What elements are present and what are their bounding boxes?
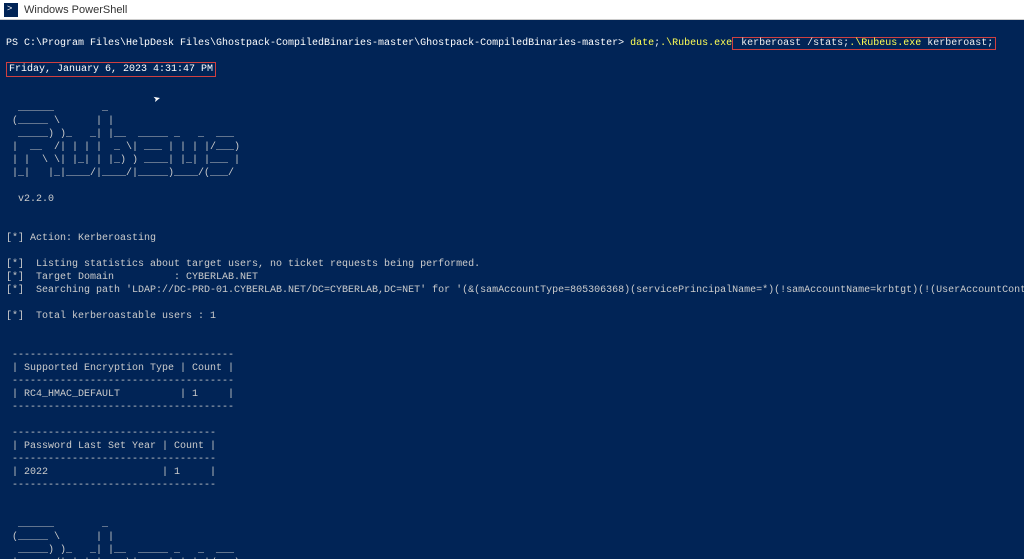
version-label: v2.2.0 [18, 194, 54, 205]
mouse-cursor-icon: ➤ [152, 93, 162, 107]
table2-sep: ---------------------------------- [6, 480, 216, 491]
table1-sep: ------------------------------------- [6, 376, 234, 387]
terminal-output[interactable]: PS C:\Program Files\HelpDesk Files\Ghost… [0, 20, 1024, 559]
rubeus-ascii-logo-2: ______ _ (_____ \ | | _____) )_ _| |__ _… [6, 519, 240, 559]
table2-header: | Password Last Set Year | Count | [6, 441, 216, 452]
prompt-path: PS C:\Program Files\HelpDesk Files\Ghost… [6, 38, 630, 49]
window-titlebar[interactable]: Windows PowerShell [0, 0, 1024, 20]
table1-row: | RC4_HMAC_DEFAULT | 1 | [6, 389, 234, 400]
searching-line: [*] Searching path 'LDAP://DC-PRD-01.CYB… [6, 285, 1024, 296]
table2-sep: ---------------------------------- [6, 428, 216, 439]
table1-sep: ------------------------------------- [6, 350, 234, 361]
rubeus-ascii-logo: ______ _ (_____ \ | | _____) )_ _| |__ _… [6, 103, 240, 179]
cmd-rubeus1: .\Rubeus.exe [660, 38, 732, 49]
cmd-date: date [630, 38, 654, 49]
target-domain-line: [*] Target Domain : CYBERLAB.NET [6, 272, 258, 283]
table1-header: | Supported Encryption Type | Count | [6, 363, 234, 374]
highlight-date-output: Friday, January 6, 2023 4:31:47 PM [6, 62, 216, 77]
total-users-line: [*] Total kerberoastable users : 1 [6, 311, 216, 322]
table1-sep: ------------------------------------- [6, 402, 234, 413]
highlight-args1: kerberoast /stats;.\Rubeus.exe kerberoas… [732, 37, 996, 50]
action-line: [*] Action: Kerberoasting [6, 233, 156, 244]
window-title: Windows PowerShell [24, 4, 127, 16]
table2-row: | 2022 | 1 | [6, 467, 216, 478]
listing-line: [*] Listing statistics about target user… [6, 259, 480, 270]
table2-sep: ---------------------------------- [6, 454, 216, 465]
powershell-icon [4, 3, 18, 17]
